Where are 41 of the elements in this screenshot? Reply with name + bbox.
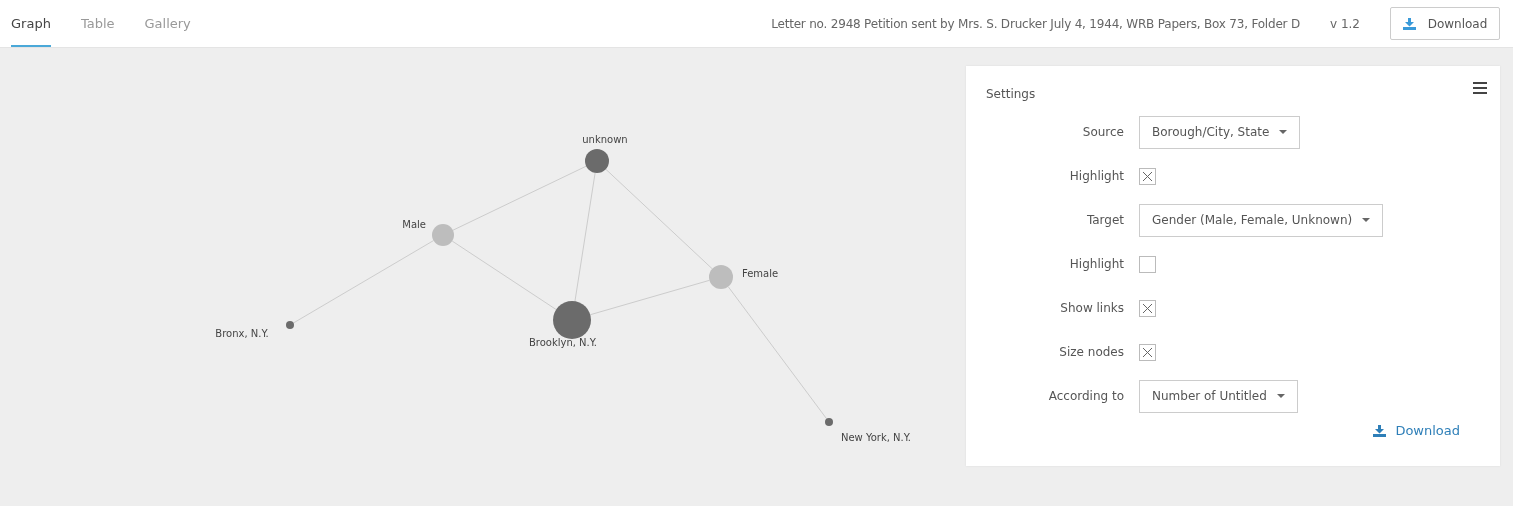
cross-icon xyxy=(1142,302,1153,314)
node-label: Brooklyn, N.Y. xyxy=(528,337,598,348)
graph-node[interactable] xyxy=(553,301,591,339)
field-label: Size nodes xyxy=(1058,344,1124,361)
menu-icon[interactable] xyxy=(1473,82,1487,94)
caret-icon xyxy=(1279,130,1288,134)
field-label: Highlight xyxy=(1068,168,1124,185)
graph-node[interactable] xyxy=(585,149,609,173)
download-link[interactable]: Download xyxy=(1373,421,1460,441)
download-button[interactable]: Download xyxy=(1390,7,1500,40)
dropdown[interactable]: Borough/City, State xyxy=(1139,115,1301,149)
field-label: Show links xyxy=(1059,300,1124,317)
caret-icon xyxy=(1362,218,1371,222)
node-label: Bronx, N.Y. xyxy=(215,328,269,339)
graph-node[interactable] xyxy=(432,224,454,246)
graph-node[interactable] xyxy=(286,321,294,329)
node-label: unknown xyxy=(582,134,628,145)
field-label: Target xyxy=(1085,212,1124,229)
download-icon xyxy=(1373,424,1387,437)
panel-title: Settings xyxy=(986,86,1036,102)
graph-node[interactable] xyxy=(709,265,733,289)
field-label: Source xyxy=(1081,124,1124,141)
cross-icon xyxy=(1142,170,1153,182)
tab[interactable]: Graph xyxy=(11,0,51,47)
node-label: Female xyxy=(742,268,779,279)
node-label: New York, N.Y. xyxy=(840,432,912,443)
checkbox[interactable] xyxy=(1139,299,1156,317)
dropdown[interactable]: Gender (Male, Female, Unknown) xyxy=(1139,203,1384,237)
cross-icon xyxy=(1142,346,1153,358)
checkbox[interactable] xyxy=(1139,167,1156,185)
checkbox[interactable] xyxy=(1139,343,1156,361)
document-title: Letter no. 2948 Petition sent by Mrs. S. Drucker July 4, 1944, WRB Papers, Box 73, Folder D xyxy=(771,15,1300,33)
field-label: Highlight xyxy=(1068,256,1124,273)
field-label: According to xyxy=(1047,388,1124,405)
node-label: Male xyxy=(402,219,426,230)
download-icon xyxy=(1402,17,1416,30)
version-label: v 1.2 xyxy=(1330,15,1360,33)
checkbox[interactable] xyxy=(1139,255,1156,273)
graph-node[interactable] xyxy=(825,418,833,426)
dropdown[interactable]: Number of Untitled xyxy=(1139,379,1298,413)
caret-icon xyxy=(1276,394,1285,398)
